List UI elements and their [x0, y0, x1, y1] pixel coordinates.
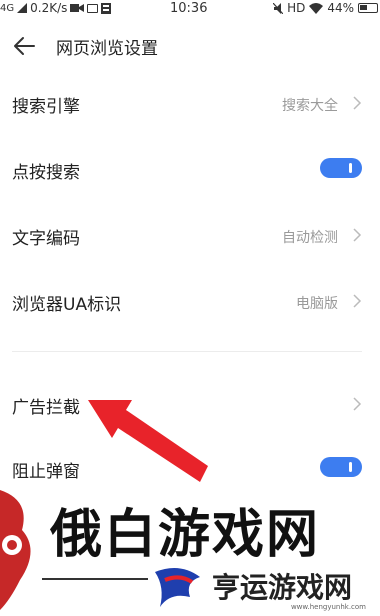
signal-icon [17, 3, 28, 13]
status-left: 4G 0.2K/s [0, 1, 112, 15]
battery-percent: 44% [327, 1, 354, 15]
block-popups-toggle[interactable] [320, 457, 362, 477]
watermark-url: www.hengyunhk.com [290, 603, 366, 611]
chevron-right-icon [353, 228, 362, 242]
setting-label: 点按搜索 [12, 163, 80, 183]
sim-icon [87, 3, 99, 13]
network-type: 4G [0, 2, 15, 14]
status-right: HD 44% [273, 1, 378, 15]
setting-block-popups: 阻止弹窗 [0, 440, 380, 496]
video-icon [70, 4, 85, 12]
dragon-logo-icon [155, 568, 200, 607]
app-bar: 网页浏览设置 [0, 24, 380, 68]
setting-text-encoding[interactable]: 文字编码 自动检测 [0, 207, 380, 263]
setting-value: 电脑版 [296, 296, 338, 312]
setting-value: 搜索大全 [282, 98, 338, 114]
clock: 10:36 [170, 1, 208, 16]
status-bar: 4G 0.2K/s 10:36 HD 44% [0, 0, 380, 18]
network-speed: 0.2K/s [30, 1, 68, 15]
hd-label: HD [287, 1, 306, 15]
page-title: 网页浏览设置 [56, 39, 158, 59]
chevron-right-icon [353, 397, 362, 411]
setting-label: 文字编码 [12, 229, 80, 249]
setting-label: 搜索引擎 [12, 97, 80, 117]
chevron-right-icon [353, 96, 362, 110]
setting-search-engine[interactable]: 搜索引擎 搜索大全 [0, 75, 380, 131]
watermark-secondary: 亨运游戏网 [212, 571, 353, 604]
setting-label: 浏览器UA标识 [12, 295, 122, 315]
setting-label: 广告拦截 [12, 398, 80, 418]
setting-value: 自动检测 [282, 230, 338, 246]
setting-label: 阻止弹窗 [12, 462, 80, 482]
back-arrow-icon[interactable] [12, 34, 38, 58]
section-divider [12, 351, 362, 352]
setting-ad-block[interactable]: 广告拦截 [0, 376, 380, 432]
chevron-right-icon [353, 294, 362, 308]
mute-icon [273, 2, 284, 14]
wifi-icon [309, 2, 324, 14]
rooster-logo-icon [0, 490, 31, 610]
watermark-line [42, 578, 148, 580]
tap-search-toggle[interactable] [320, 158, 362, 178]
setting-ua[interactable]: 浏览器UA标识 电脑版 [0, 273, 380, 329]
setting-tap-search: 点按搜索 [0, 141, 380, 197]
battery-icon [358, 3, 378, 13]
storage-icon [101, 2, 112, 14]
watermark-main: 俄白游戏网 [50, 504, 321, 565]
